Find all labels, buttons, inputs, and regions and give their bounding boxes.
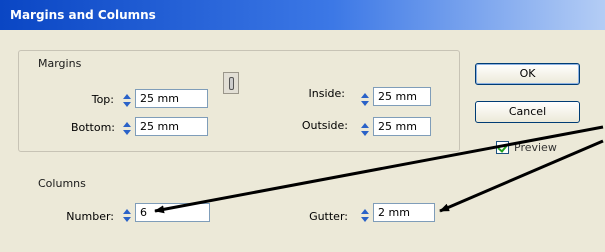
annotation-arrows (154, 125, 604, 214)
